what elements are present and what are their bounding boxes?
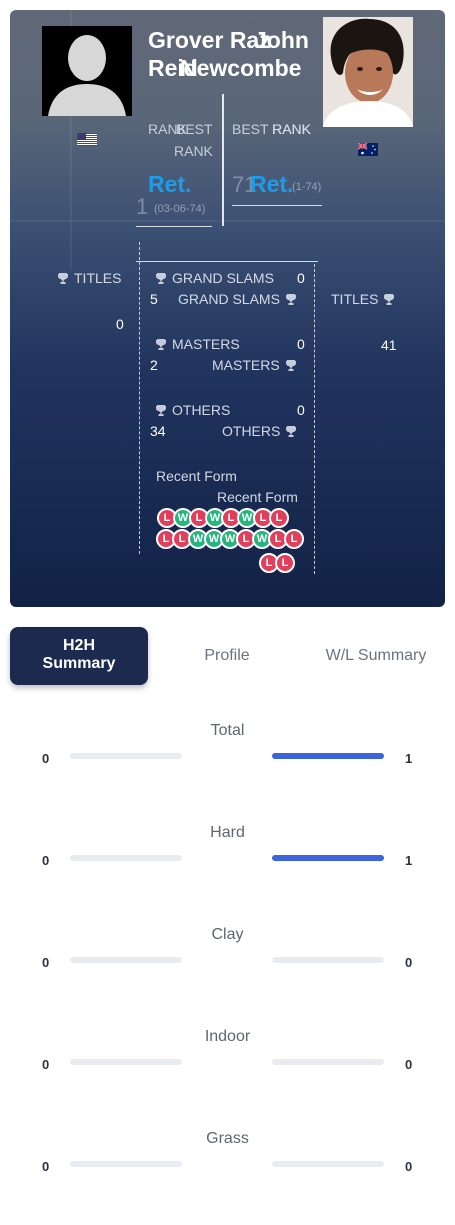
summary-right-value: 0 bbox=[405, 955, 413, 970]
grand-slams-label-text: GRAND SLAMS bbox=[178, 291, 280, 307]
summary-left-value: 0 bbox=[42, 1159, 50, 1174]
summary-left-bar-track bbox=[70, 753, 182, 759]
summary-left-value: 0 bbox=[42, 853, 50, 868]
trophy-icon bbox=[156, 273, 166, 284]
summary-left-value: 0 bbox=[42, 1057, 50, 1072]
form-loss-badge: L bbox=[269, 508, 289, 528]
form-loss-badge: L bbox=[284, 529, 304, 549]
player-left-best-rank: 1 bbox=[136, 194, 149, 219]
summary-left-value: 0 bbox=[42, 955, 50, 970]
summary-row-label: Total bbox=[210, 722, 245, 739]
trophy-icon bbox=[384, 294, 395, 305]
summary-right-value: 1 bbox=[405, 853, 413, 868]
player-photo-image bbox=[323, 17, 413, 127]
summary-right-bar-fill bbox=[272, 753, 384, 759]
player-right-masters-label: MASTERS bbox=[212, 356, 296, 374]
player-silhouette-icon bbox=[42, 26, 132, 116]
player-left-grand-slams-label: GRAND SLAMS bbox=[156, 269, 274, 287]
summary-left-bar-track bbox=[70, 1161, 182, 1167]
rank-divider bbox=[222, 94, 224, 226]
player-right-name-line1[interactable]: John bbox=[254, 26, 309, 54]
summary-row-label: Clay bbox=[211, 926, 244, 943]
player-left-photo[interactable] bbox=[42, 26, 132, 116]
h2h-hero-card: Grover Raz Reid John Newcombe RANK BEST … bbox=[10, 10, 445, 607]
form-loss-badge: L bbox=[275, 553, 295, 573]
titles-label-text: TITLES bbox=[74, 270, 122, 286]
grand-slams-label-text: GRAND SLAMS bbox=[172, 270, 274, 286]
player-right-recent-form-overflow: LL bbox=[259, 553, 295, 573]
summary-left-value: 0 bbox=[42, 751, 50, 766]
tab-wl-summary[interactable]: W/L Summary bbox=[313, 647, 439, 665]
player-right-name-line2[interactable]: Newcombe bbox=[180, 54, 301, 82]
player-right-masters-value: 2 bbox=[150, 357, 158, 373]
player-left-name-line1[interactable]: Grover Raz bbox=[148, 26, 271, 54]
player-right-rank-value: Ret. bbox=[250, 171, 294, 197]
player-right-others-value: 34 bbox=[150, 423, 166, 439]
au-flag-icon bbox=[358, 143, 378, 156]
stats-top-rule bbox=[136, 261, 318, 262]
player-left-best-rank-label-2: RANK bbox=[174, 143, 213, 159]
others-label-text: OTHERS bbox=[222, 423, 281, 439]
player-left-masters-label: MASTERS bbox=[156, 335, 240, 353]
tab-h2h-summary-line1: H2H bbox=[62, 637, 95, 654]
summary-left-bar-track bbox=[70, 855, 182, 861]
summary-row-label: Grass bbox=[206, 1130, 249, 1147]
trophy-icon bbox=[156, 405, 166, 416]
player-right-titles-label: TITLES bbox=[331, 290, 395, 308]
court-line bbox=[10, 220, 445, 222]
player-right-titles-value: 41 bbox=[381, 337, 397, 353]
trophy-icon bbox=[58, 273, 68, 284]
summary-left-bar-track bbox=[70, 1059, 182, 1065]
titles-label-text: TITLES bbox=[331, 291, 379, 307]
player-right-grand-slams-label: GRAND SLAMS bbox=[178, 290, 296, 308]
rank-underline-left bbox=[136, 226, 212, 227]
summary-right-bar-track bbox=[272, 1161, 384, 1167]
player-right-others-label: OTHERS bbox=[222, 422, 297, 440]
summary-right-bar-track bbox=[272, 957, 384, 963]
summary-row-label: Indoor bbox=[204, 1028, 251, 1045]
player-left-masters-value: 0 bbox=[297, 336, 305, 352]
player-right-rank-label: RANK bbox=[272, 121, 311, 137]
rank-underline-right bbox=[232, 205, 322, 206]
trophy-icon bbox=[285, 294, 296, 305]
trophy-icon bbox=[156, 339, 166, 350]
tab-profile[interactable]: Profile bbox=[187, 647, 267, 665]
summary-right-value: 1 bbox=[405, 751, 413, 766]
trophy-icon bbox=[285, 360, 296, 371]
us-flag-icon bbox=[77, 133, 97, 146]
player-left-rank-value: Ret. bbox=[148, 171, 192, 197]
stats-dashed-left bbox=[139, 242, 140, 554]
player-left-others-value: 0 bbox=[297, 402, 305, 418]
trophy-icon bbox=[286, 426, 297, 437]
player-left-best-rank-date: (03-06-74) bbox=[154, 203, 206, 215]
others-label-text: OTHERS bbox=[172, 402, 231, 418]
tab-h2h-summary-line2: Summary bbox=[42, 655, 116, 672]
summary-row-label: Hard bbox=[210, 824, 245, 841]
summary-right-value: 0 bbox=[405, 1057, 413, 1072]
player-left-best-rank-label: BEST bbox=[176, 121, 213, 137]
masters-label-text: MASTERS bbox=[172, 336, 240, 352]
player-right-recent-form-label: Recent Form bbox=[217, 489, 298, 505]
summary-right-value: 0 bbox=[405, 1159, 413, 1174]
player-left-grand-slams-value: 0 bbox=[297, 270, 305, 286]
tab-h2h-summary[interactable]: H2H Summary bbox=[10, 627, 148, 685]
masters-label-text: MASTERS bbox=[212, 357, 280, 373]
summary-right-bar-fill bbox=[272, 855, 384, 861]
player-right-grand-slams-value: 5 bbox=[150, 291, 158, 307]
player-left-titles-label: TITLES bbox=[58, 269, 121, 287]
player-right-best-rank-date: (1-74) bbox=[292, 181, 322, 193]
stats-dashed-right bbox=[314, 264, 315, 574]
player-left-others-label: OTHERS bbox=[156, 401, 230, 419]
player-right-photo[interactable] bbox=[323, 17, 413, 127]
player-left-recent-form-label: Recent Form bbox=[156, 468, 237, 484]
summary-left-bar-track bbox=[70, 957, 182, 963]
player-right-recent-form: LLWWWLWLL bbox=[156, 529, 304, 549]
player-left-titles-value: 0 bbox=[116, 316, 124, 332]
player-left-recent-form: LWLWLWLL bbox=[157, 508, 289, 528]
summary-right-bar-track bbox=[272, 1059, 384, 1065]
